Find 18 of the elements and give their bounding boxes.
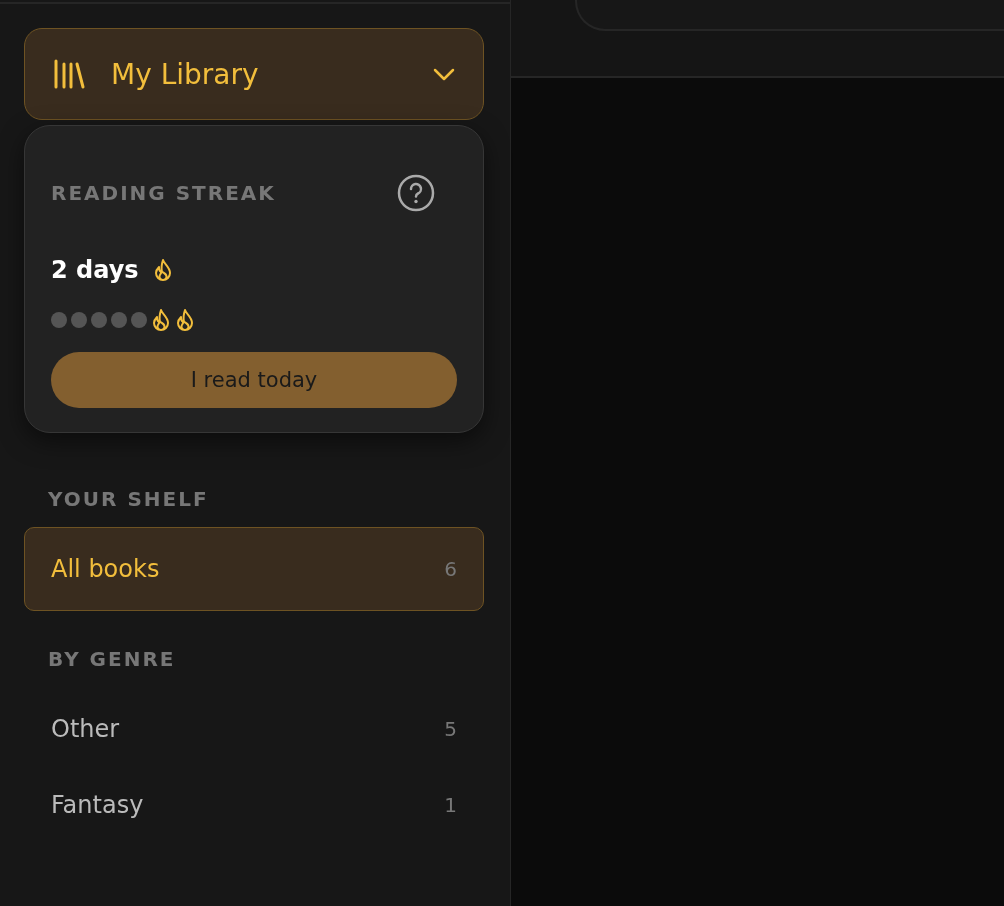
sidebar-item[interactable]: Other 5: [24, 691, 484, 767]
item-label: Other: [51, 715, 120, 743]
sidebar-item[interactable]: All books 6: [24, 527, 484, 611]
item-label: Fantasy: [51, 791, 144, 819]
card-title: READING STREAK: [51, 181, 276, 205]
item-count: 5: [444, 717, 457, 741]
sidebar-item[interactable]: Fantasy 1: [24, 767, 484, 843]
section-heading: BY GENRE: [48, 647, 176, 671]
chevron-icon: [433, 67, 455, 81]
library-dropdown[interactable]: My Library: [24, 28, 484, 120]
section-heading: YOUR SHELF: [48, 487, 209, 511]
item-label: All books: [51, 555, 160, 583]
help-icon[interactable]: [397, 174, 435, 212]
item-count: 6: [444, 557, 457, 581]
flame-icon: [152, 258, 173, 282]
streak-count: 2 days: [51, 256, 139, 284]
item-count: 1: [444, 793, 457, 817]
books-icon: [53, 59, 85, 89]
